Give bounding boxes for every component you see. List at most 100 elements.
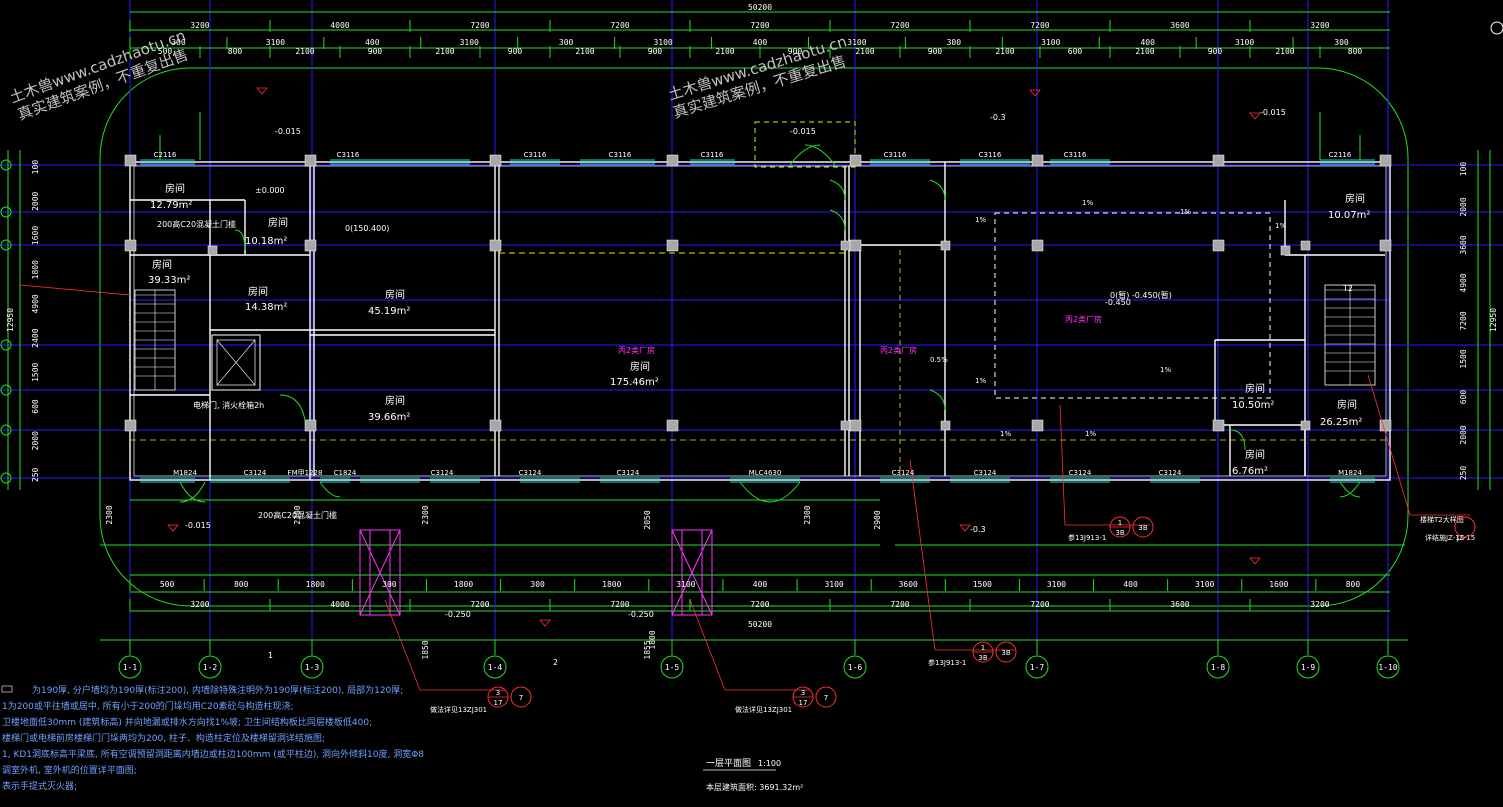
svg-text:房间: 房间 — [1245, 382, 1265, 395]
column-3-7 — [1212, 419, 1225, 432]
dim-t3-3: 2100 — [295, 47, 314, 56]
dim-b1-2: 800 — [234, 580, 249, 589]
svg-text:10.18m²: 10.18m² — [245, 236, 287, 247]
room-3: 房间 39.33m² — [148, 258, 190, 286]
doors — [179, 144, 1361, 503]
detail-ref-e: 楼梯T2大样图 — [1420, 515, 1464, 524]
column-extra-7 — [207, 245, 218, 256]
column-3-3 — [489, 419, 502, 432]
dim-t2-9: 300 — [947, 38, 962, 47]
elev-5: -0.015 — [185, 521, 211, 530]
dim-t3-18: 800 — [1348, 47, 1363, 56]
window-bottom-label-4: C1824 — [334, 469, 357, 477]
stair-left — [135, 290, 175, 390]
svg-text:26.25m²: 26.25m² — [1320, 417, 1362, 428]
dim-t3-8: 900 — [648, 47, 663, 56]
elev-1: ±0.000 — [255, 186, 285, 195]
side-mark-7: 2900 — [873, 510, 882, 529]
window-bottom-label-5: C3124 — [431, 469, 454, 477]
window-bottom-label-2: C3124 — [244, 469, 267, 477]
svg-text:房间: 房间 — [248, 285, 268, 298]
dim-b2-4: 7200 — [610, 600, 629, 609]
side-mark-1: 2300 — [105, 505, 114, 524]
dim-r-6: 1500 — [1459, 349, 1468, 368]
drawing-title-block: 一层平面图 1:100 本层建筑面积: 3691.32m² — [703, 758, 803, 792]
dim-r-2: 2000 — [1459, 197, 1468, 216]
dim-b2-1: 3200 — [190, 600, 209, 609]
dim-t3-13: 2100 — [995, 47, 1014, 56]
dim-b1-15: 3100 — [1195, 580, 1214, 589]
dim-b1-4: 300 — [382, 580, 397, 589]
dim-b1-17: 800 — [1346, 580, 1361, 589]
stair-t2-label: T2 — [1342, 284, 1353, 293]
window-top-label-4: C3116 — [609, 151, 632, 159]
dim-t3-9: 2100 — [715, 47, 734, 56]
dashed-overlays — [130, 121, 1390, 476]
dim-t2-11: 400 — [1140, 38, 1155, 47]
dim-r-4: 4900 — [1459, 273, 1468, 292]
zone-label-c: 丙2类厂房 — [1065, 314, 1102, 324]
window-bottom-label-12: C3124 — [1159, 469, 1182, 477]
dim-l-3: 1600 — [31, 226, 40, 245]
dim-t2-6: 3100 — [653, 38, 672, 47]
dim-b1-8: 3100 — [676, 580, 695, 589]
svg-text:175.46m²: 175.46m² — [610, 377, 659, 388]
dim-l-2: 2000 — [31, 191, 40, 210]
room-11: 房间 6.76m² — [1232, 448, 1268, 477]
svg-text:房间: 房间 — [268, 216, 288, 229]
window-bottom-label-9: C3124 — [892, 469, 915, 477]
slope-2: 1% — [1180, 208, 1191, 216]
slope-4: 1% — [1275, 222, 1286, 230]
dim-t2-5: 300 — [559, 38, 574, 47]
window-bottom-label-11: C3124 — [1069, 469, 1092, 477]
column-1-5 — [849, 154, 862, 167]
dim-t2-12: 3100 — [1235, 38, 1254, 47]
dim-b1-14: 400 — [1123, 580, 1138, 589]
axis-label-4: 1-4 — [488, 663, 503, 672]
axis-label-5: 1-5 — [665, 663, 680, 672]
window-top-label-8: C3116 — [1064, 151, 1087, 159]
detail-bubble-bottom-4: 17 — [799, 699, 808, 707]
detail-bubble-side-2: 3B — [1001, 649, 1010, 657]
dim-r-7: 600 — [1459, 390, 1468, 405]
window-top-label-6: C3116 — [884, 151, 907, 159]
column-extra-8 — [1280, 245, 1291, 256]
column-2-5 — [849, 239, 862, 252]
note-line-5: 1, KD1洞底标高平梁底, 所有空调预留洞距离内墙边或柱边100mm (或平柱… — [2, 748, 424, 760]
dim-t1-7: 7200 — [1030, 21, 1049, 30]
slope-8: 1% — [1085, 430, 1096, 438]
column-3-6 — [1031, 419, 1044, 432]
zone-label-b: 丙2类厂房 — [880, 345, 917, 355]
c20-threshold-bottom: 200高C20混凝土门槛 — [258, 510, 337, 520]
axis-label-6: 1-6 — [848, 663, 863, 672]
dim-b2-7: 7200 — [1030, 600, 1049, 609]
slope-3: 1% — [975, 216, 986, 224]
column-1-2 — [304, 154, 317, 167]
note-legend-wall — [1, 685, 13, 693]
column-extra-1 — [940, 240, 951, 251]
side-mark-5: 2050 — [643, 510, 652, 529]
dim-r-8: 2000 — [1459, 425, 1468, 444]
dim-b1-7: 1800 — [602, 580, 621, 589]
column-1-7 — [1212, 154, 1225, 167]
column-3-1 — [124, 419, 137, 432]
detail-bubble-bottom-1: 3B — [1115, 529, 1124, 537]
dim-t3-10: 900 — [788, 47, 803, 56]
window-labels-top: C2116 C3116 C3116 C3116 C3116 C3116 C3116 C3116… — [154, 151, 1352, 159]
dim-b1-6: 300 — [530, 580, 545, 589]
dim-r-5: 7200 — [1459, 311, 1468, 330]
column-extra-3 — [840, 240, 851, 251]
column-1-4 — [666, 154, 679, 167]
axis-break-2: 2 — [553, 658, 558, 667]
box-label: 0(暂) -0.450(暂) — [1110, 290, 1172, 300]
detail-ref-a: 参13J913-1 — [1068, 533, 1106, 542]
column-1-8 — [1379, 154, 1392, 167]
svg-text:房间: 房间 — [1337, 398, 1357, 411]
dim-t1-9: 3200 — [1310, 21, 1329, 30]
axis-label-10: 1-10 — [1378, 663, 1397, 672]
svg-text:6.76m²: 6.76m² — [1232, 466, 1268, 477]
column-2-1 — [124, 239, 137, 252]
svg-text:房间: 房间 — [630, 360, 650, 373]
column-1-6 — [1031, 154, 1044, 167]
left-total: 12950 — [6, 308, 15, 332]
